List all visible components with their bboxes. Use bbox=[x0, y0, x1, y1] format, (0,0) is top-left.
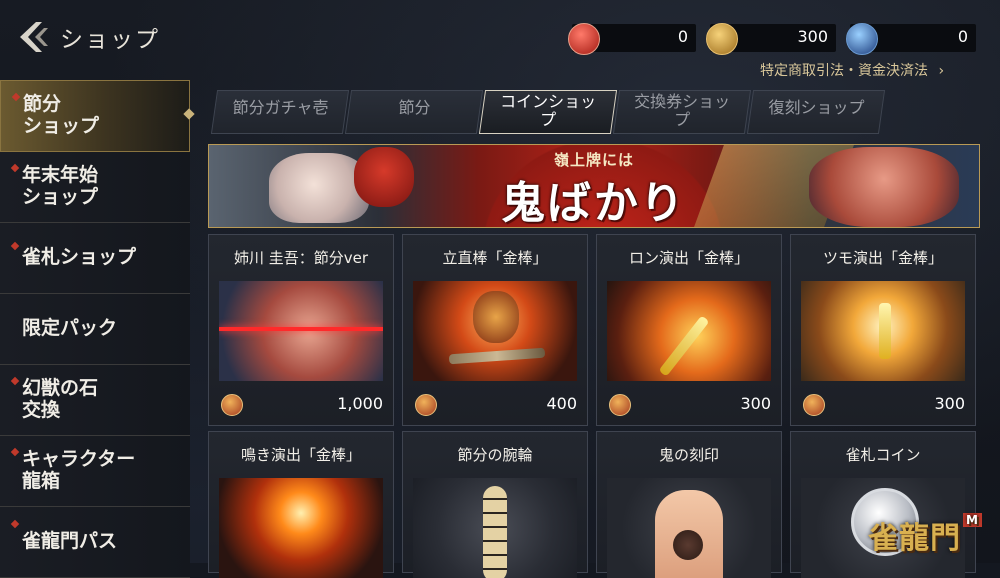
product-image bbox=[607, 281, 771, 381]
product-card[interactable]: 鳴き演出「金棒」 bbox=[208, 431, 394, 578]
coin-icon bbox=[415, 394, 437, 416]
product-card[interactable]: 節分の腕輪 bbox=[402, 431, 588, 578]
tab-revival-shop[interactable]: 復刻ショップ bbox=[746, 90, 886, 134]
promo-banner[interactable]: 嶺上牌には 鬼ばかり bbox=[208, 144, 980, 228]
product-price: 1,000 bbox=[337, 394, 383, 413]
sidebar-item-newyear-shop[interactable]: 年末年始 ショップ bbox=[0, 152, 190, 223]
chevron-left-icon bbox=[20, 22, 48, 52]
product-image bbox=[801, 281, 965, 381]
product-image bbox=[413, 478, 577, 578]
product-name: 姉川 圭吾：節分ver bbox=[233, 249, 369, 267]
banner-title: 鬼ばかり bbox=[501, 178, 686, 228]
product-price: 300 bbox=[740, 394, 771, 413]
banner-character-right bbox=[809, 147, 959, 227]
new-badge-icon bbox=[10, 241, 20, 251]
product-card[interactable]: 鬼の刻印 bbox=[596, 431, 782, 578]
page-title: ショップ bbox=[60, 27, 160, 53]
new-badge-icon bbox=[10, 376, 20, 386]
chevron-right-icon: › bbox=[938, 63, 945, 79]
oni-mask-icon bbox=[354, 147, 414, 207]
product-price: 300 bbox=[934, 394, 965, 413]
new-badge-icon bbox=[10, 447, 20, 457]
legal-link[interactable]: 特定商取引法・資金決済法 › bbox=[760, 60, 944, 80]
back-button[interactable] bbox=[16, 18, 56, 56]
product-name: ロン演出「金棒」 bbox=[628, 249, 749, 267]
product-card[interactable]: 姉川 圭吾：節分ver 1,000 bbox=[208, 234, 394, 426]
gold-coin-icon bbox=[706, 23, 738, 55]
currency-red-gem: 0 bbox=[568, 23, 696, 55]
product-name: 鬼の刻印 bbox=[658, 446, 719, 464]
product-image bbox=[413, 281, 577, 381]
sidebar: 節分 ショップ 年末年始 ショップ 雀札ショップ 限定パック 幻獣の石 交換 キ… bbox=[0, 80, 195, 578]
coin-icon bbox=[609, 394, 631, 416]
sidebar-item-setsubun-shop[interactable]: 節分 ショップ bbox=[0, 80, 195, 152]
sidebar-item-stone-exchange[interactable]: 幻獣の石 交換 bbox=[0, 365, 190, 436]
tab-coin-shop[interactable]: コインショッ プ bbox=[478, 90, 618, 134]
product-name: 節分の腕輪 bbox=[457, 446, 533, 464]
product-name: 雀札コイン bbox=[845, 446, 921, 464]
product-image bbox=[219, 478, 383, 578]
currency-gold-coin: 300 bbox=[706, 23, 836, 55]
product-card[interactable]: ツモ演出「金棒」 300 bbox=[790, 234, 976, 426]
red-gem-icon bbox=[568, 23, 600, 55]
product-image bbox=[607, 478, 771, 578]
game-logo-watermark: 雀龍門M bbox=[868, 513, 982, 557]
banner-character-left bbox=[269, 153, 369, 223]
new-badge-icon bbox=[10, 163, 20, 173]
new-badge-icon bbox=[11, 92, 21, 102]
product-price: 400 bbox=[546, 394, 577, 413]
currency-blue-orb: 0 bbox=[846, 23, 976, 55]
product-image bbox=[219, 281, 383, 381]
product-card[interactable]: 立直棒「金棒」 400 bbox=[402, 234, 588, 426]
product-name: ツモ演出「金棒」 bbox=[822, 249, 943, 267]
tab-ticket-shop[interactable]: 交換券ショッ プ bbox=[612, 90, 752, 134]
coin-icon bbox=[803, 394, 825, 416]
product-name: 鳴き演出「金棒」 bbox=[240, 446, 361, 464]
new-badge-icon bbox=[10, 519, 20, 529]
tab-setsubun[interactable]: 節分 bbox=[344, 90, 484, 134]
coin-icon bbox=[221, 394, 243, 416]
sidebar-item-limited-pack[interactable]: 限定パック bbox=[0, 294, 190, 365]
sidebar-item-card-shop[interactable]: 雀札ショップ bbox=[0, 223, 190, 294]
sidebar-item-pass[interactable]: 雀龍門パス bbox=[0, 507, 190, 578]
product-card[interactable]: ロン演出「金棒」 300 bbox=[596, 234, 782, 426]
blue-orb-icon bbox=[846, 23, 878, 55]
product-name: 立直棒「金棒」 bbox=[442, 249, 548, 267]
tab-setsubun-gacha[interactable]: 節分ガチャ壱 bbox=[210, 90, 350, 134]
sidebar-item-character-box[interactable]: キャラクター 龍箱 bbox=[0, 436, 190, 507]
